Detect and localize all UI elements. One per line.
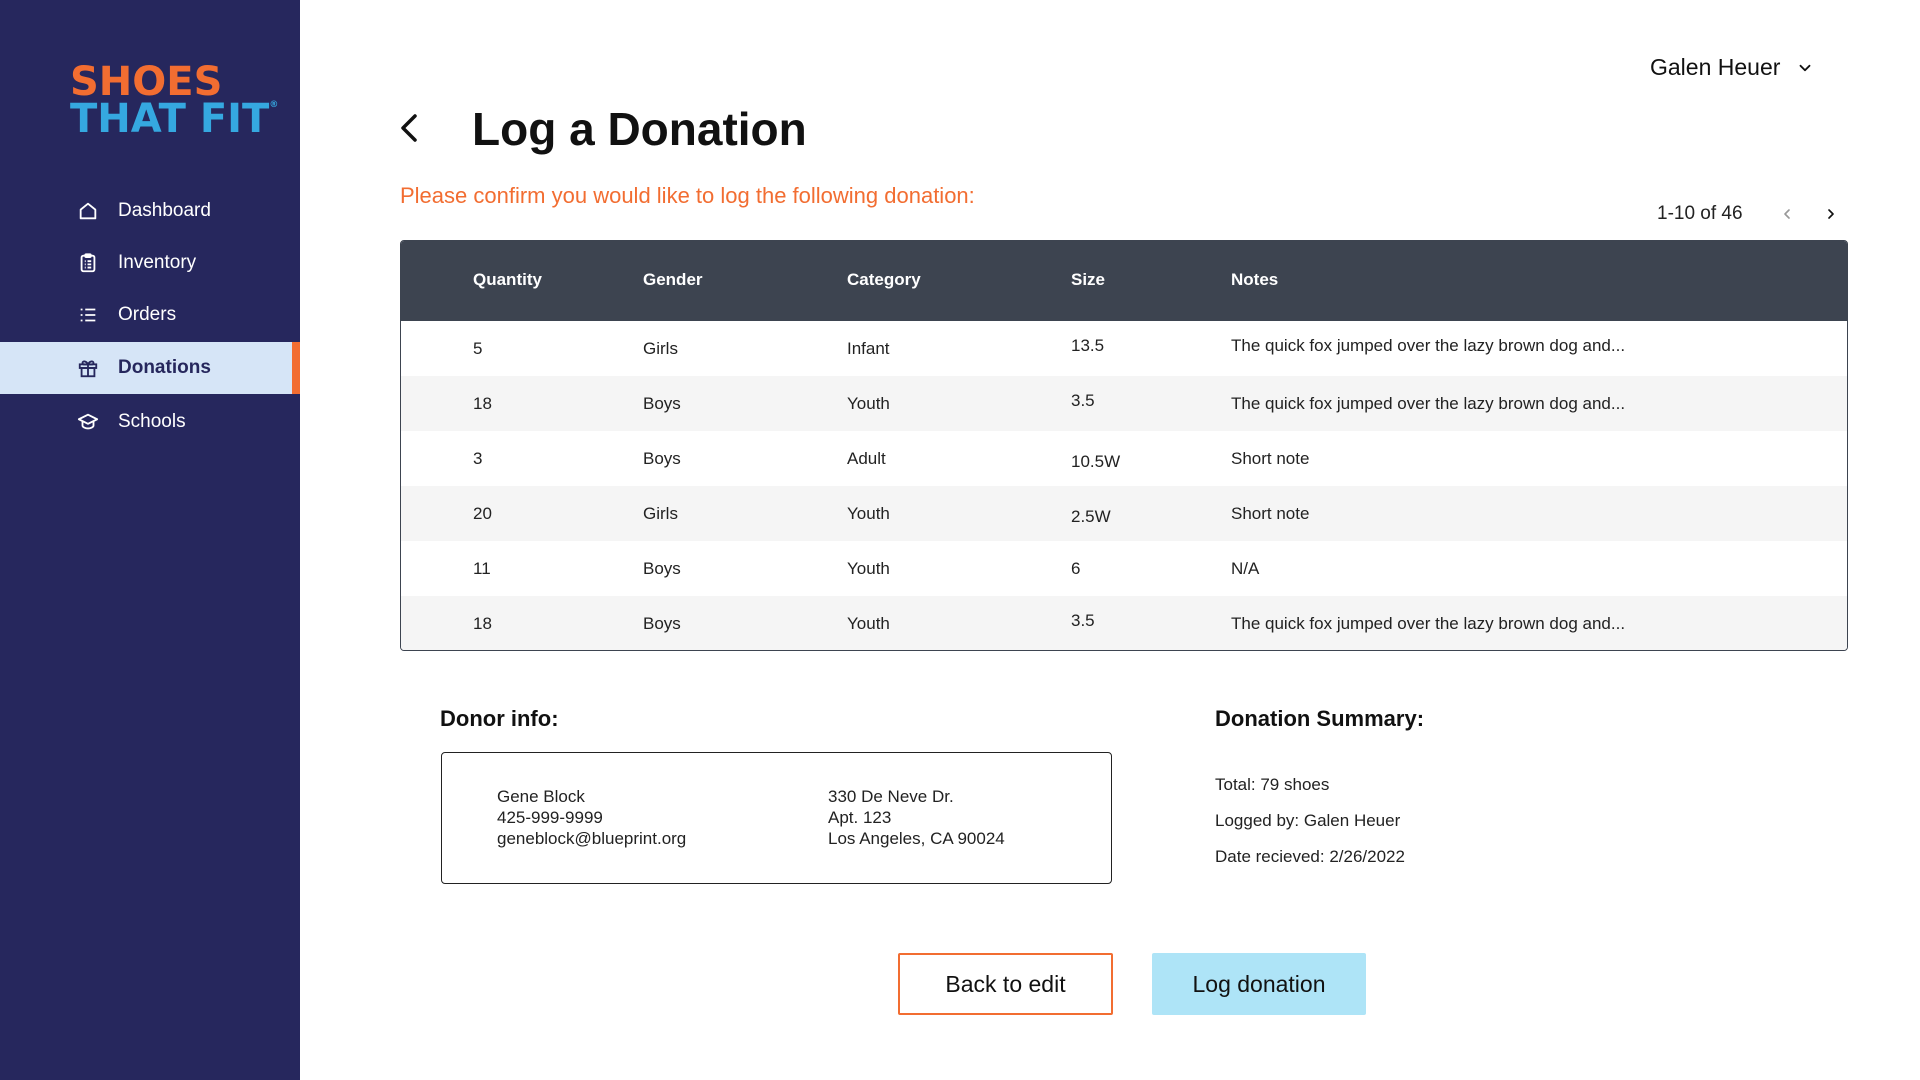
sidebar-item-donations[interactable]: Donations: [0, 342, 300, 394]
donor-info-heading: Donor info:: [440, 706, 559, 731]
donation-table: Quantity Gender Category Size Notes 5 Gi…: [400, 240, 1848, 651]
donor-address-line-3: Los Angeles, CA 90024: [828, 829, 1005, 848]
sidebar: SHOES THAT FIT® Dashboard Inventory Orde…: [0, 0, 300, 1080]
cell-notes: The quick fox jumped over the lazy brown…: [1231, 394, 1626, 413]
chevron-left-icon[interactable]: [1779, 206, 1795, 222]
table-row[interactable]: 3 Boys Adult 10.5W Short note: [401, 431, 1847, 486]
user-menu[interactable]: Galen Heuer: [1650, 54, 1814, 81]
pagination-range: 1-10 of 46: [1657, 203, 1743, 224]
column-header-category[interactable]: Category: [847, 270, 921, 290]
graduation-cap-icon: [76, 410, 100, 434]
logo-line-2: THAT FIT®: [70, 95, 279, 142]
summary-date-received: Date recieved: 2/26/2022: [1215, 847, 1405, 866]
sidebar-item-inventory[interactable]: Inventory: [0, 237, 300, 289]
sidebar-item-label: Dashboard: [118, 200, 211, 221]
cell-quantity: 20: [473, 504, 492, 523]
cell-notes: Short note: [1231, 449, 1310, 468]
cell-category: Youth: [847, 394, 890, 413]
sidebar-item-schools[interactable]: Schools: [0, 396, 300, 448]
donor-phone: 425-999-9999: [497, 808, 603, 827]
column-header-gender[interactable]: Gender: [643, 270, 703, 290]
table-row[interactable]: 18 Boys Youth 3.5 The quick fox jumped o…: [401, 376, 1847, 431]
donor-address-line-1: 330 De Neve Dr.: [828, 787, 954, 806]
cell-category: Adult: [847, 449, 886, 468]
cell-size: 3.5: [1071, 611, 1095, 630]
cell-notes: N/A: [1231, 559, 1260, 578]
cell-quantity: 11: [473, 559, 491, 578]
donor-name: Gene Block: [497, 787, 585, 806]
cell-notes: Short note: [1231, 504, 1310, 523]
table-row[interactable]: 18 Boys Youth 3.5 The quick fox jumped o…: [401, 596, 1847, 650]
cell-category: Youth: [847, 559, 890, 578]
donor-contact: Gene Block 425-999-9999 geneblock@bluepr…: [497, 786, 686, 849]
summary-total: Total: 79 shoes: [1215, 775, 1330, 794]
cell-quantity: 18: [473, 614, 492, 633]
chevron-right-icon[interactable]: [1823, 206, 1839, 222]
summary-logged-by: Logged by: Galen Heuer: [1215, 811, 1401, 830]
table-row[interactable]: 20 Girls Youth 2.5W Short note: [401, 486, 1847, 541]
sidebar-item-label: Schools: [118, 411, 186, 432]
cell-gender: Girls: [643, 339, 678, 358]
gift-icon: [76, 356, 100, 380]
cell-size: 13.5: [1071, 336, 1105, 355]
cell-category: Infant: [847, 339, 890, 358]
cell-size: 10.5W: [1071, 452, 1121, 471]
cell-notes: The quick fox jumped over the lazy brown…: [1231, 336, 1626, 355]
sidebar-item-orders[interactable]: Orders: [0, 289, 300, 341]
donor-address-line-2: Apt. 123: [828, 808, 892, 827]
cell-size: 3.5: [1071, 391, 1095, 410]
chevron-down-icon: [1799, 64, 1811, 71]
donor-email: geneblock@blueprint.org: [497, 829, 687, 848]
cell-gender: Girls: [643, 504, 678, 523]
clipboard-icon: [76, 251, 100, 275]
table-row[interactable]: 5 Girls Infant 13.5 The quick fox jumped…: [401, 321, 1847, 376]
table-body: 5 Girls Infant 13.5 The quick fox jumped…: [401, 321, 1847, 650]
cell-gender: Boys: [643, 449, 681, 468]
table-row[interactable]: 11 Boys Youth 6 N/A: [401, 541, 1847, 596]
cell-quantity: 3: [473, 449, 483, 468]
column-header-quantity[interactable]: Quantity: [473, 270, 542, 290]
sidebar-item-label: Orders: [118, 304, 177, 325]
cell-gender: Boys: [643, 394, 681, 413]
sidebar-item-label: Donations: [118, 357, 211, 378]
cell-quantity: 5: [473, 339, 483, 358]
pagination: 1-10 of 46: [1657, 203, 1839, 225]
cell-gender: Boys: [643, 559, 681, 578]
cell-quantity: 18: [473, 394, 492, 413]
column-header-notes[interactable]: Notes: [1231, 270, 1278, 290]
back-arrow-icon[interactable]: [394, 110, 424, 146]
list-icon: [76, 303, 100, 327]
page-title: Log a Donation: [472, 103, 807, 155]
donor-info-card: Gene Block 425-999-9999 geneblock@bluepr…: [441, 752, 1112, 884]
sidebar-item-label: Inventory: [118, 252, 197, 273]
sidebar-item-dashboard[interactable]: Dashboard: [0, 185, 300, 237]
donor-address: 330 De Neve Dr. Apt. 123 Los Angeles, CA…: [828, 786, 1005, 849]
column-header-size[interactable]: Size: [1071, 270, 1105, 290]
cell-notes: The quick fox jumped over the lazy brown…: [1231, 614, 1626, 633]
cell-category: Youth: [847, 504, 890, 523]
log-donation-button[interactable]: Log donation: [1152, 953, 1366, 1015]
home-icon: [76, 199, 100, 223]
cell-size: 6: [1071, 559, 1081, 578]
cell-category: Youth: [847, 614, 890, 633]
cell-gender: Boys: [643, 614, 681, 633]
donation-summary-heading: Donation Summary:: [1215, 706, 1425, 731]
confirm-message: Please confirm you would like to log the…: [400, 183, 975, 208]
table-header: Quantity Gender Category Size Notes: [401, 241, 1847, 321]
back-to-edit-button[interactable]: Back to edit: [898, 953, 1113, 1015]
cell-size: 2.5W: [1071, 507, 1111, 526]
shoes-that-fit-logo[interactable]: SHOES THAT FIT®: [70, 62, 279, 142]
user-name: Galen Heuer: [1650, 54, 1781, 80]
